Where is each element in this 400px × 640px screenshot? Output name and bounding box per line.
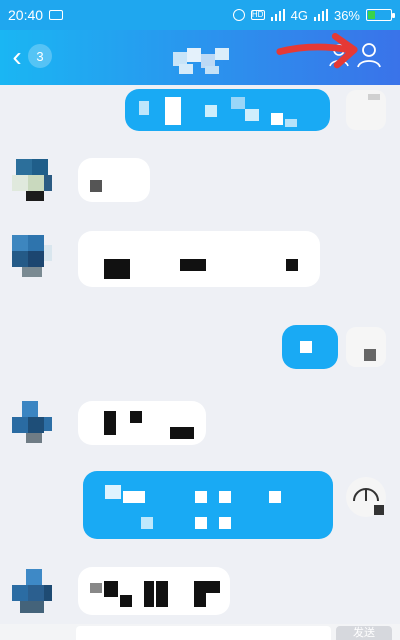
message-bubble-incoming[interactable] — [78, 158, 150, 202]
red-arrow-annotation — [276, 32, 358, 69]
signal-icon-2 — [313, 9, 328, 21]
battery-icon — [366, 9, 395, 21]
unread-count-badge[interactable]: 3 — [28, 44, 52, 68]
hd-icon: HD — [250, 10, 265, 20]
message-input[interactable] — [76, 626, 331, 640]
status-bar: 20:40 HD 4G 36% — [0, 0, 400, 30]
avatar[interactable] — [12, 569, 52, 613]
avatar[interactable] — [12, 235, 52, 277]
avatar[interactable] — [346, 327, 386, 367]
message-bubble-outgoing[interactable] — [83, 471, 333, 539]
send-button[interactable]: 发送 — [336, 626, 392, 640]
message-bubble-incoming[interactable] — [78, 401, 206, 445]
signal-icon — [270, 9, 285, 21]
battery-level — [368, 11, 376, 19]
battery-percent: 36% — [333, 7, 360, 23]
status-time: 20:40 — [8, 7, 44, 23]
alarm-icon — [232, 9, 245, 21]
avatar[interactable] — [12, 401, 52, 443]
chevron-left-icon[interactable]: ‹ — [6, 42, 28, 72]
avatar[interactable] — [346, 90, 386, 130]
avatar[interactable] — [346, 477, 386, 517]
message-bubble-outgoing[interactable] — [282, 325, 338, 369]
message-bubble-incoming[interactable] — [78, 231, 320, 287]
network-type: 4G — [290, 7, 308, 23]
message-bubble-outgoing[interactable] — [125, 89, 330, 131]
message-list[interactable]: 发送 — [0, 85, 400, 640]
chat-screen: 20:40 HD 4G 36% ‹ 3 发送 — [0, 0, 400, 640]
message-bubble-incoming[interactable] — [78, 567, 230, 615]
avatar[interactable] — [12, 159, 52, 201]
notification-icon — [49, 10, 64, 20]
page-title-redacted — [165, 48, 235, 74]
